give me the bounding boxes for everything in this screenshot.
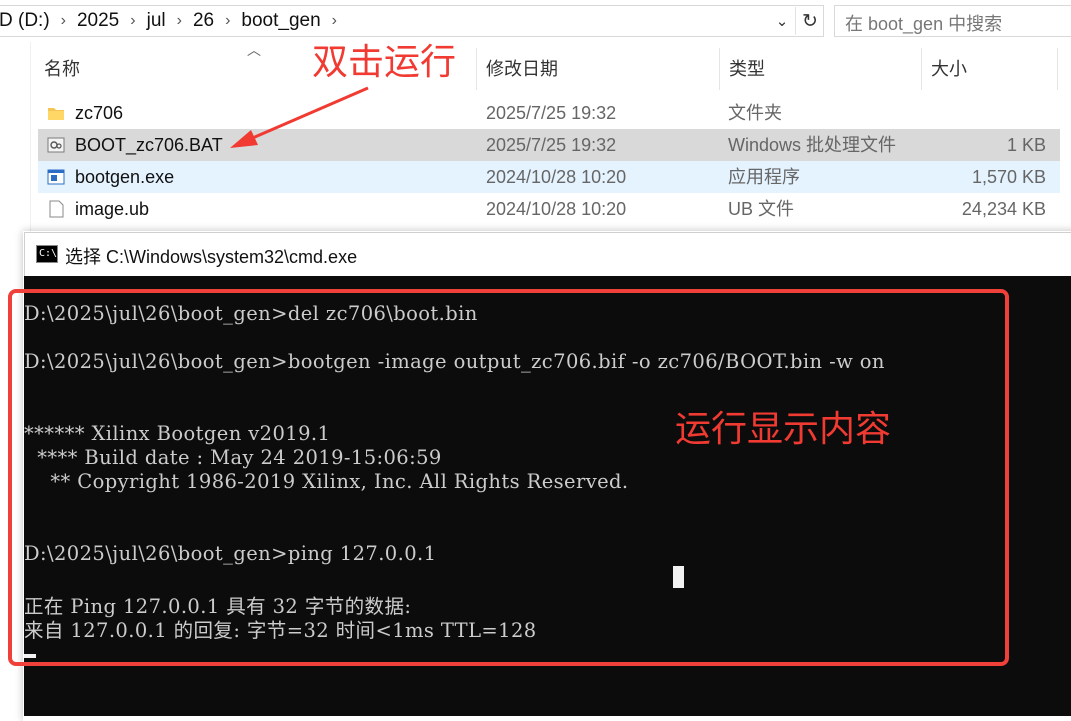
cmd-title-bar[interactable]: C:\ 选择 C:\Windows\system32\cmd.exe	[24, 232, 1071, 276]
annotation-output-frame	[8, 289, 1009, 666]
annotation-output-label: 运行显示内容	[675, 409, 892, 450]
cmd-app-icon: C:\	[36, 245, 58, 263]
cmd-window-title: 选择 C:\Windows\system32\cmd.exe	[65, 247, 358, 267]
